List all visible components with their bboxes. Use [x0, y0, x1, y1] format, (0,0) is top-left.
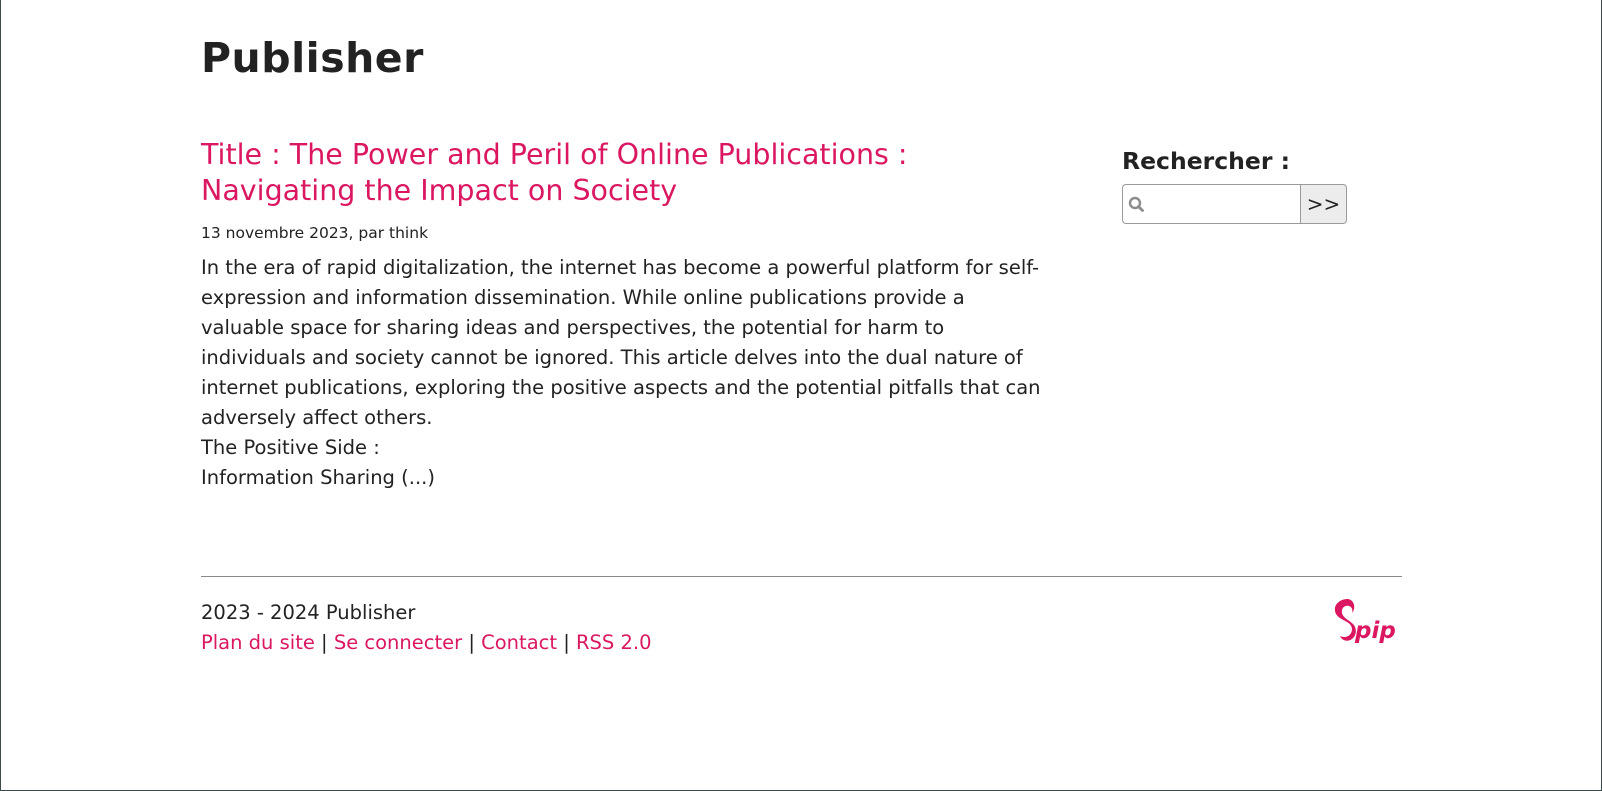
footer-link-rss[interactable]: RSS 2.0 [576, 631, 652, 654]
footer-link-sitemap[interactable]: Plan du site [201, 631, 315, 654]
svg-text:pip: pip [1354, 618, 1396, 644]
search-submit-button[interactable]: >> [1300, 184, 1347, 224]
magnifier-icon [1128, 196, 1144, 212]
search-input[interactable] [1123, 185, 1300, 223]
footer-separator: | [468, 631, 475, 654]
sidebar-search: Rechercher : >> [1122, 146, 1362, 224]
footer-separator: | [321, 631, 328, 654]
article-intro-subheading: The Positive Side : [201, 436, 380, 459]
article-intro-more: Information Sharing (...) [201, 466, 435, 489]
search-label: Rechercher : [1122, 147, 1290, 175]
article-meta: 13 novembre 2023, par think [201, 224, 429, 242]
footer-link-contact[interactable]: Contact [481, 631, 557, 654]
footer: 2023 - 2024 Publisher Plan du site | Se … [201, 598, 652, 658]
footer-copyright: 2023 - 2024 Publisher [201, 601, 416, 624]
page: Publisher Title : The Power and Peril of… [1, 0, 1601, 790]
spip-logo[interactable]: pip [1331, 597, 1399, 649]
search-field [1122, 184, 1300, 224]
search-form: >> [1122, 184, 1347, 224]
footer-divider [201, 576, 1402, 577]
footer-separator: | [563, 631, 570, 654]
spip-logo-icon: pip [1334, 599, 1396, 644]
article-intro-paragraph: In the era of rapid digitalization, the … [201, 256, 1041, 429]
article-intro: In the era of rapid digitalization, the … [201, 253, 1041, 493]
site-title: Publisher [201, 34, 424, 82]
article-title-link[interactable]: Title : The Power and Peril of Online Pu… [201, 137, 1041, 209]
footer-links: Plan du site | Se connecter | Contact | … [201, 628, 652, 658]
article-summary: Title : The Power and Peril of Online Pu… [201, 137, 1041, 493]
footer-link-login[interactable]: Se connecter [334, 631, 462, 654]
